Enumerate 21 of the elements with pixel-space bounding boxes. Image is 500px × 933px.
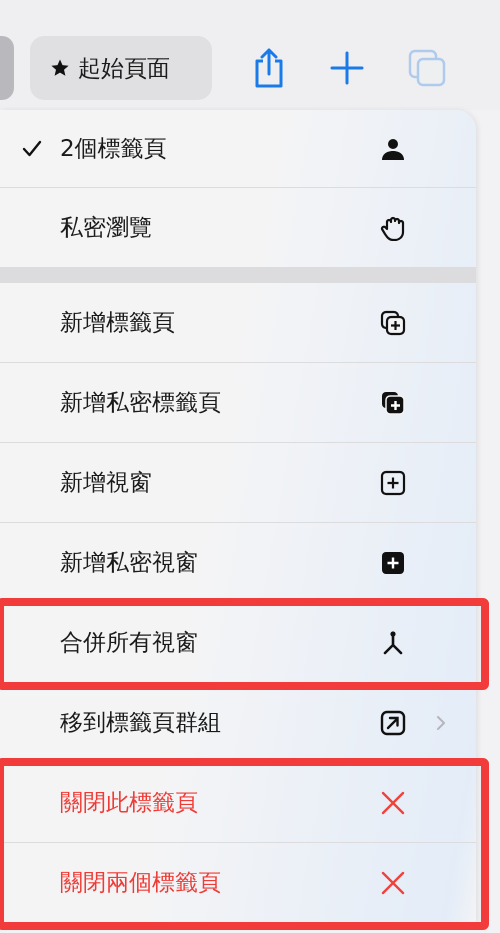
menu-item[interactable]: 關閉此標籤頁 [0,763,476,843]
tab-plus-icon [380,310,406,336]
plus-icon [330,51,364,85]
tab-plus-icon [380,390,406,416]
menu-item[interactable]: 移到標籤頁群組 [0,683,476,763]
menu-item[interactable]: 新增視窗 [0,443,476,523]
start-page-button[interactable]: 起始頁面 [30,36,212,100]
tabs-icon [408,49,446,87]
menu-item[interactable]: 2個標籤頁 [0,110,476,188]
close-icon [380,790,406,816]
menu-item[interactable]: 關閉兩個標籤頁 [0,843,476,923]
square-plus-icon [380,550,406,576]
square-plus-icon [380,470,406,496]
close-icon [380,870,406,896]
hand-icon [380,214,406,240]
menu-item[interactable]: 新增私密標籤頁 [0,363,476,443]
star-icon [50,58,70,78]
menu-item[interactable]: 新增標籤頁 [0,283,476,363]
menu-item[interactable]: 合併所有視窗 [0,603,476,683]
chevron-icon [436,714,446,730]
menu-item[interactable]: 新增私密視窗 [0,523,476,603]
